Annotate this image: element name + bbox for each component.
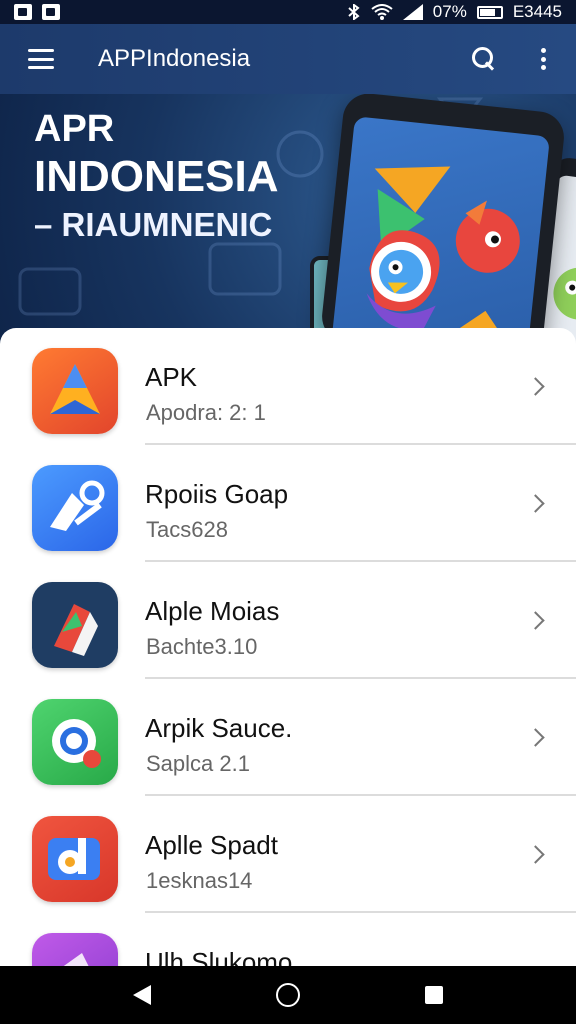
flag-logo-icon (32, 582, 118, 668)
app-subtitle: Tacs628 (146, 517, 228, 542)
system-nav-bar (0, 966, 576, 1024)
phone-screen (331, 116, 551, 344)
purple-logo-icon (32, 933, 118, 968)
app-subtitle: 1esknas14 (146, 868, 253, 893)
signal-icon (402, 4, 423, 20)
app-subtitle: Bachte3.10 (146, 634, 258, 659)
list-item[interactable]: Aplle Spadt 1esknas14 (0, 796, 576, 913)
menu-icon[interactable] (28, 49, 54, 69)
download-icon (42, 4, 60, 20)
list-item[interactable]: Arpik Sauce. Saplca 2.1 (0, 679, 576, 796)
mascot-illustration (366, 166, 520, 344)
recents-icon[interactable] (425, 986, 444, 1004)
battery-icon (476, 5, 503, 19)
battery-percent: 07% (432, 2, 467, 21)
app-name: Alple Moias (145, 596, 280, 626)
arrow-logo-icon (32, 465, 118, 551)
app-list: APK Apodra: 2: 1 Rpoiis Goap Tacs628 Alp… (0, 328, 576, 968)
notification-icons (14, 4, 60, 20)
list-item[interactable]: Ulh Slukomo (0, 913, 576, 968)
back-icon[interactable] (132, 985, 151, 1005)
letter-logo-icon (32, 816, 118, 902)
app-name: Aplle Spadt (145, 830, 278, 860)
list-item[interactable]: APK Apodra: 2: 1 (0, 328, 576, 445)
app-title: APPIndonesia (98, 45, 251, 72)
chevron-right-icon (526, 377, 545, 396)
chevron-right-icon (526, 611, 545, 630)
status-time: E3445 (512, 2, 562, 21)
wifi-icon (371, 4, 393, 20)
home-icon[interactable] (275, 983, 300, 1007)
ring-logo-icon (32, 699, 118, 785)
chevron-right-icon (526, 845, 545, 864)
app-name: Ulh Slukomo (145, 947, 293, 968)
app-name: Arpik Sauce. (145, 713, 293, 743)
list-item[interactable]: Alple Moias Bachte3.10 (0, 562, 576, 679)
app-subtitle: Saplca 2.1 (146, 751, 250, 776)
more-options-icon[interactable] (540, 48, 546, 70)
app-name: Rpoiis Goap (145, 479, 289, 509)
list-item[interactable]: Rpoiis Goap Tacs628 (0, 445, 576, 562)
app-bar: APPIndonesia (0, 24, 576, 94)
bluetooth-icon (348, 4, 360, 20)
app-name: APK (145, 362, 198, 392)
triangle-logo-icon (32, 348, 118, 434)
status-bar: 07% E3445 (0, 0, 576, 24)
hero-banner[interactable]: APR INDONESIA – RIAUMNENIC (0, 94, 576, 344)
chevron-right-icon (526, 494, 545, 513)
chevron-right-icon (526, 728, 545, 747)
search-icon[interactable] (472, 47, 496, 71)
phone-illustration (319, 94, 567, 344)
hero-subtitle: – RIAUMNENIC (34, 206, 273, 243)
status-icons: 07% E3445 (347, 2, 562, 22)
hero-title-line2: INDONESIA (34, 152, 279, 201)
app-subtitle: Apodra: 2: 1 (146, 400, 266, 425)
gallery-icon (14, 4, 32, 20)
hero-title-line1: APR (34, 108, 115, 150)
